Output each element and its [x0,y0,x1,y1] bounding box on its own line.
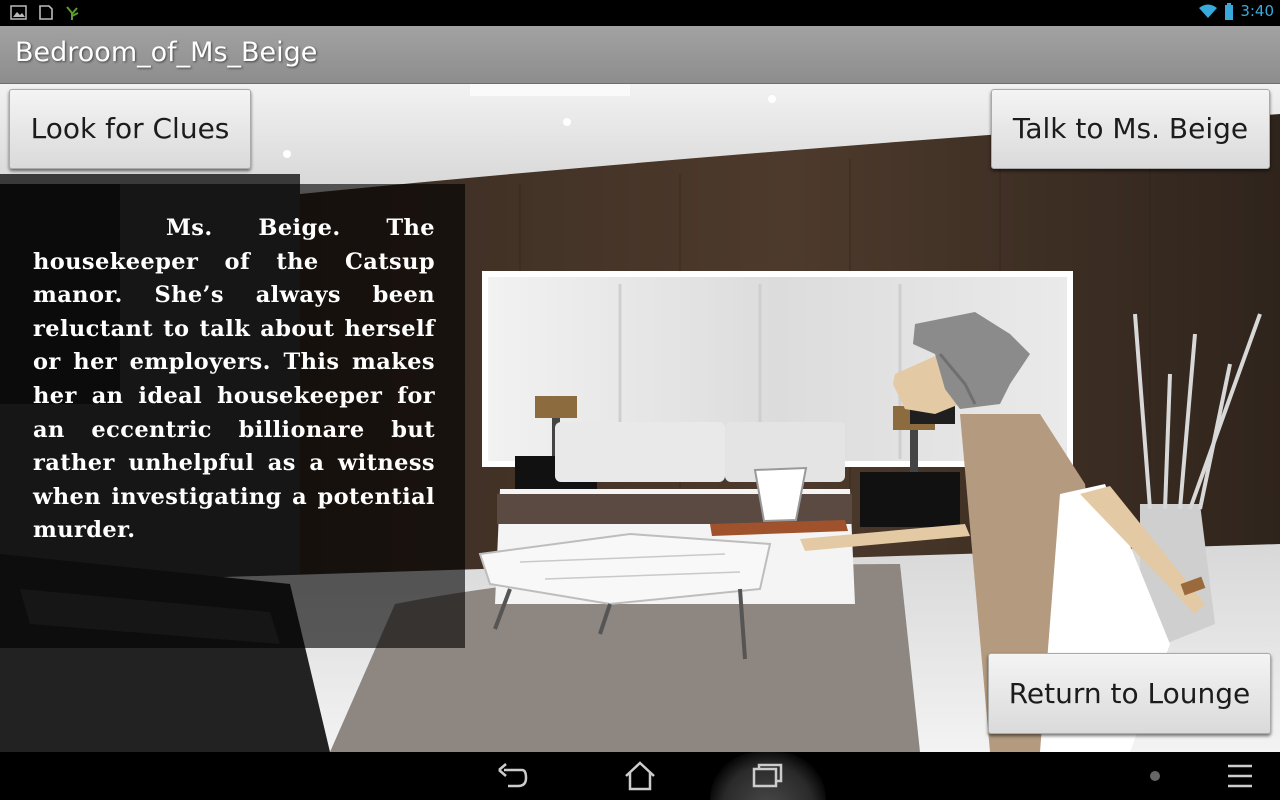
menu-icon[interactable] [1222,760,1258,792]
home-icon[interactable] [622,760,658,792]
dot-indicator-icon [1150,771,1160,781]
recent-apps-icon[interactable] [750,760,786,792]
page-title: Bedroom_of_Ms_Beige [15,37,318,68]
character-description-panel: Ms. Beige. The housekeeper of the Catsup… [0,184,465,648]
clock: 3:40 [1240,2,1274,20]
system-icons: 3:40 [1198,2,1274,20]
leaf-icon [66,6,79,20]
return-to-lounge-button[interactable]: Return to Lounge [988,653,1271,734]
talk-to-ms-beige-button[interactable]: Talk to Ms. Beige [991,89,1270,169]
picture-icon [10,5,27,20]
status-bar: 3:40 [0,0,1280,26]
character-description: Ms. Beige. The housekeeper of the Catsup… [33,215,435,544]
back-icon[interactable] [494,760,530,792]
battery-icon [1225,2,1234,20]
action-bar: Bedroom_of_Ms_Beige [0,26,1280,84]
shield-icon [39,5,53,20]
wifi-icon [1199,4,1218,18]
look-for-clues-button[interactable]: Look for Clues [9,89,251,169]
notification-icons [10,4,81,21]
navigation-bar [0,752,1280,800]
